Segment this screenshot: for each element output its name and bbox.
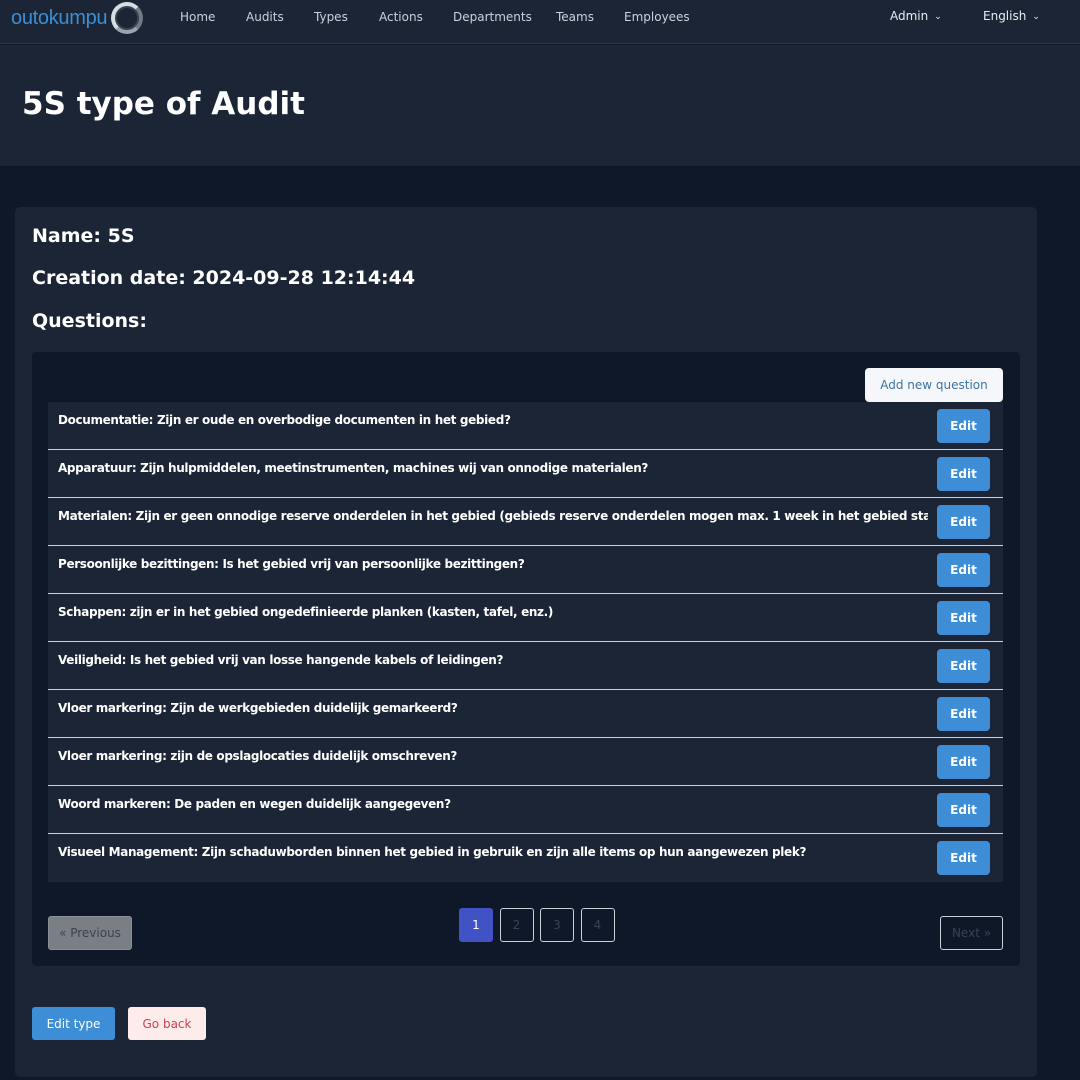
question-text: Visueel Management: Zijn schaduwborden b… (58, 845, 807, 859)
question-row: Vloer markering: Zijn de werkgebieden du… (48, 690, 1003, 738)
edit-question-button[interactable]: Edit (937, 649, 990, 683)
edit-question-button[interactable]: Edit (937, 457, 990, 491)
question-row: Visueel Management: Zijn schaduwborden b… (48, 834, 1003, 882)
previous-page-button[interactable]: « Previous (48, 916, 132, 950)
edit-question-button[interactable]: Edit (937, 409, 990, 443)
admin-menu[interactable]: Admin ⌄ (890, 9, 942, 23)
ring-logo-icon (111, 2, 144, 34)
edit-question-button[interactable]: Edit (937, 697, 990, 731)
edit-question-button[interactable]: Edit (937, 793, 990, 827)
question-row: Vloer markering: zijn de opslaglocaties … (48, 738, 1003, 786)
question-row: Schappen: zijn er in het gebied ongedefi… (48, 594, 1003, 642)
question-text: Documentatie: Zijn er oude en overbodige… (58, 413, 511, 427)
question-text: Apparatuur: Zijn hulpmiddelen, meetinstr… (58, 461, 649, 475)
edit-type-button[interactable]: Edit type (32, 1007, 115, 1040)
question-row: Veiligheid: Is het gebied vrij van losse… (48, 642, 1003, 690)
type-name: Name: 5S (32, 225, 135, 247)
chevron-down-icon: ⌄ (1032, 12, 1040, 22)
top-navbar: outokumpu Home Audits Types Actions Depa… (0, 0, 1080, 44)
nav-link-home[interactable]: Home (180, 10, 215, 24)
creation-date: Creation date: 2024-09-28 12:14:44 (32, 267, 416, 289)
pagination: 1 2 3 4 (459, 908, 621, 942)
page-title: 5S type of Audit (22, 86, 305, 122)
page-button-2[interactable]: 2 (499, 908, 534, 942)
edit-question-button[interactable]: Edit (937, 553, 990, 587)
question-row: Documentatie: Zijn er oude en overbodige… (48, 402, 1003, 450)
questions-panel: Add new question Documentatie: Zijn er o… (32, 352, 1020, 966)
nav-link-types[interactable]: Types (314, 10, 348, 24)
question-row: Materialen: Zijn er geen onnodige reserv… (48, 498, 1003, 546)
page-header: 5S type of Audit (0, 45, 1080, 166)
question-text: Materialen: Zijn er geen onnodige reserv… (58, 509, 928, 523)
question-row: Woord markeren: De paden en wegen duidel… (48, 786, 1003, 834)
page-button-4[interactable]: 4 (580, 908, 615, 942)
nav-link-employees[interactable]: Employees (624, 10, 690, 24)
edit-question-button[interactable]: Edit (937, 601, 990, 635)
page-button-1[interactable]: 1 (459, 908, 493, 942)
question-text: Woord markeren: De paden en wegen duidel… (58, 797, 451, 811)
admin-menu-label: Admin (890, 9, 929, 23)
question-row: Persoonlijke bezittingen: Is het gebied … (48, 546, 1003, 594)
brand-text: outokumpu (11, 6, 108, 29)
edit-question-button[interactable]: Edit (937, 745, 990, 779)
question-text: Schappen: zijn er in het gebied ongedefi… (58, 605, 554, 619)
question-row: Apparatuur: Zijn hulpmiddelen, meetinstr… (48, 450, 1003, 498)
type-details-card: Name: 5S Creation date: 2024-09-28 12:14… (15, 207, 1037, 1077)
next-page-button[interactable]: Next » (940, 916, 1003, 950)
edit-question-button[interactable]: Edit (937, 505, 990, 539)
nav-link-departments[interactable]: Departments (453, 10, 532, 24)
language-menu-label: English (983, 9, 1027, 23)
add-new-question-button[interactable]: Add new question (865, 368, 1003, 402)
questions-list: Documentatie: Zijn er oude en overbodige… (48, 402, 1003, 882)
nav-link-actions[interactable]: Actions (379, 10, 423, 24)
question-text: Veiligheid: Is het gebied vrij van losse… (58, 653, 504, 667)
questions-heading: Questions: (32, 310, 147, 332)
question-text: Vloer markering: zijn de opslaglocaties … (58, 749, 458, 763)
brand-logo[interactable]: outokumpu (11, 1, 144, 35)
page-button-3[interactable]: 3 (540, 908, 574, 942)
nav-link-teams[interactable]: Teams (556, 10, 594, 24)
question-text: Vloer markering: Zijn de werkgebieden du… (58, 701, 458, 715)
edit-question-button[interactable]: Edit (937, 841, 990, 875)
chevron-down-icon: ⌄ (934, 12, 942, 22)
language-menu[interactable]: English ⌄ (983, 9, 1040, 23)
go-back-button[interactable]: Go back (128, 1007, 206, 1040)
question-text: Persoonlijke bezittingen: Is het gebied … (58, 557, 525, 571)
nav-link-audits[interactable]: Audits (246, 10, 284, 24)
